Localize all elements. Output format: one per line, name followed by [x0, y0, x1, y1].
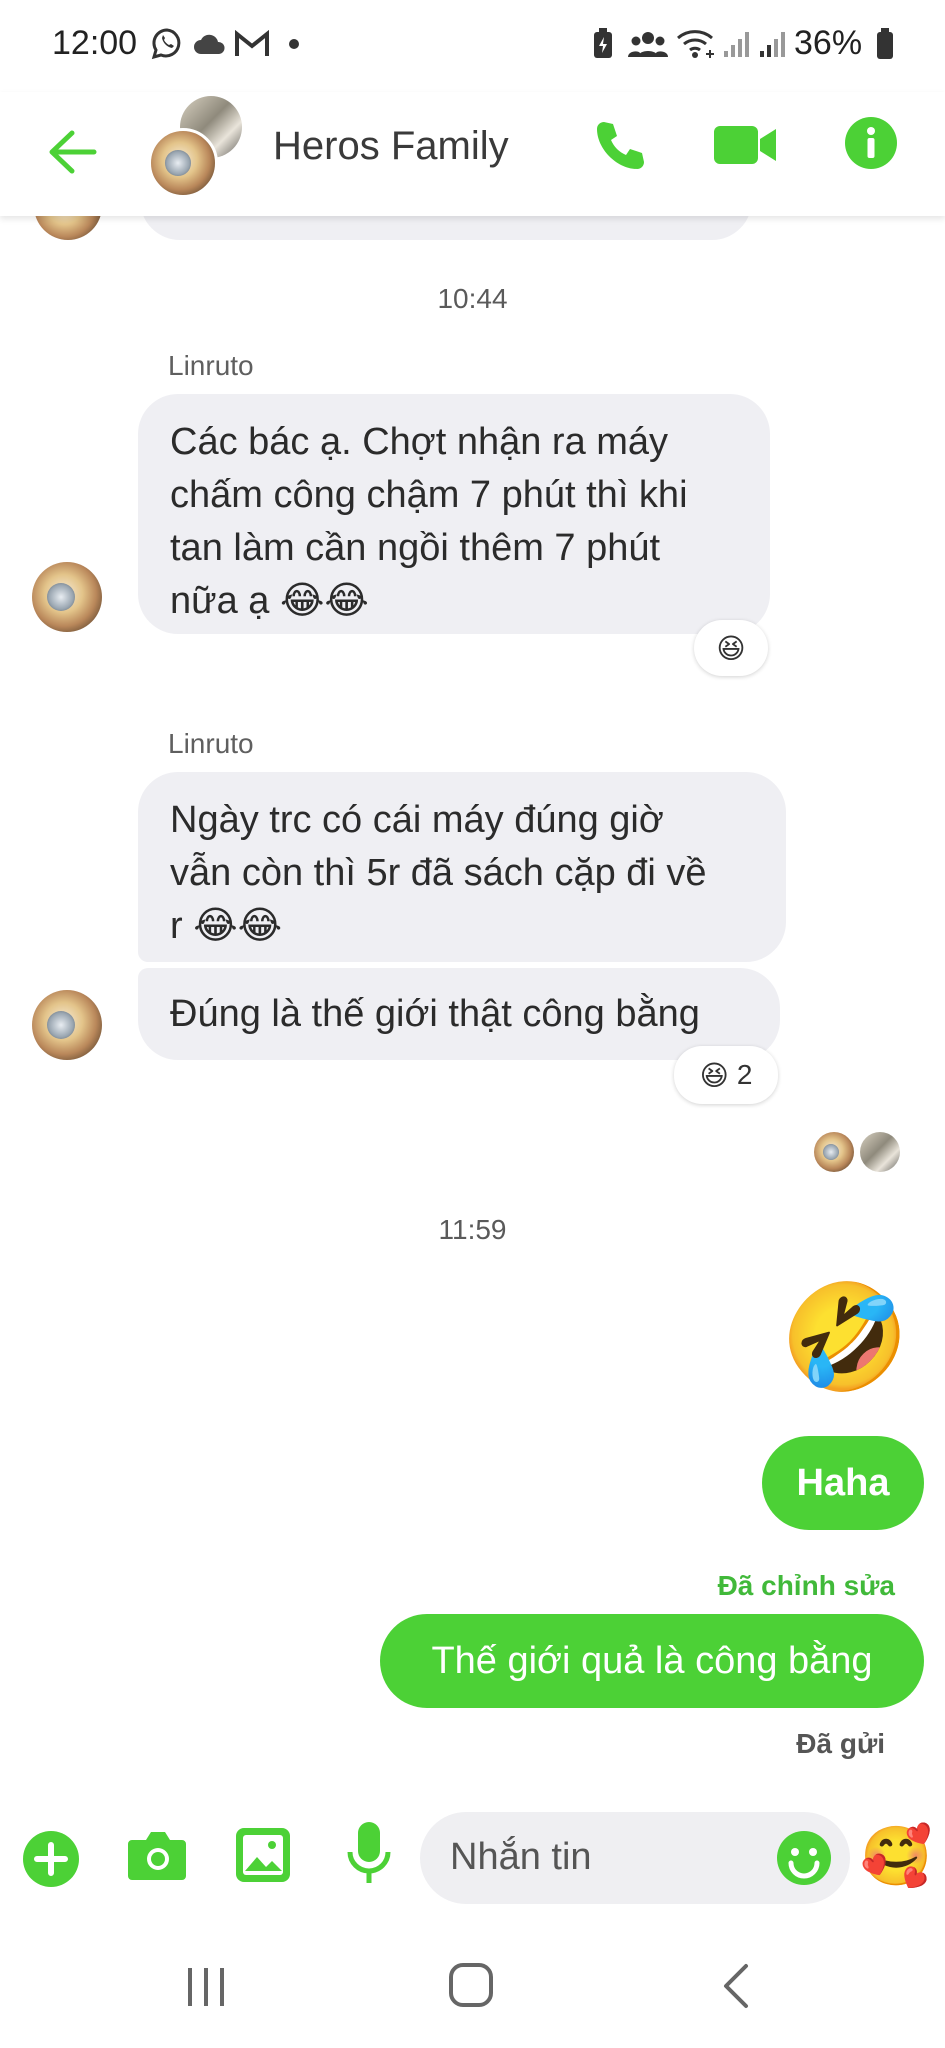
reaction-badge[interactable]: 😆: [694, 620, 768, 676]
message-text: Haha: [796, 1461, 890, 1504]
message-line: r 😂😂: [170, 905, 283, 947]
timestamp: 10:44: [437, 283, 508, 314]
status-bar: 12:00 36%: [0, 0, 945, 92]
big-emoji-message[interactable]: 🤣: [780, 1278, 910, 1398]
sender-name: Linruto: [168, 728, 254, 759]
message-line: vẫn còn thì 5r đã sách cặp đi về: [170, 852, 707, 894]
image-icon[interactable]: [234, 1826, 292, 1889]
sender-avatar[interactable]: [32, 562, 102, 632]
phone-icon[interactable]: [592, 118, 648, 179]
battery-percent: 36%: [794, 24, 863, 62]
message-line: tan làm cần ngồi thêm 7 phút: [170, 527, 661, 569]
home-icon[interactable]: [448, 1962, 494, 2013]
chat-header: Heros Family: [0, 92, 945, 216]
message-line: Ngày trc có cái máy đúng giờ: [170, 799, 664, 841]
back-icon[interactable]: [718, 1962, 754, 2015]
signal-icon: [722, 26, 752, 62]
message-line: nữa ạ 😂😂: [170, 580, 369, 622]
sender-avatar[interactable]: [32, 990, 102, 1060]
signal-icon: [758, 26, 788, 62]
message-text: Thế giới quả là công bằng: [431, 1639, 873, 1682]
chat-title[interactable]: Heros Family: [273, 124, 509, 169]
message-text: Đúng là thế giới thật công bằng: [170, 992, 700, 1035]
sender-name: Linruto: [168, 350, 254, 381]
edited-label: Đã chỉnh sửa: [717, 1570, 895, 1601]
message-bubble[interactable]: Các bác ạ. Chợt nhận ra máy chấm công ch…: [138, 394, 770, 634]
message-input[interactable]: Nhắn tin: [420, 1812, 850, 1904]
plus-icon[interactable]: [22, 1830, 80, 1893]
reaction-emoji: 😆: [716, 632, 746, 664]
message-line: Các bác ạ. Chợt nhận ra máy: [170, 421, 669, 463]
battery-saver-icon: [592, 26, 614, 62]
reaction-count: 2: [736, 1059, 753, 1090]
video-icon[interactable]: [712, 122, 778, 173]
sent-status: Đã gửi: [796, 1728, 885, 1759]
seen-avatar: [814, 1132, 854, 1172]
system-nav-bar: [0, 1930, 945, 2048]
wifi-icon: [676, 26, 718, 62]
status-time: 12:00: [52, 24, 138, 62]
message-input-placeholder: Nhắn tin: [450, 1836, 592, 1878]
smiley-icon[interactable]: [776, 1830, 832, 1891]
people-icon: [628, 26, 668, 62]
reaction-badge[interactable]: 😆 2: [674, 1046, 778, 1104]
viber-icon: [150, 26, 184, 62]
gmail-icon: [234, 26, 270, 62]
member-avatar: [148, 128, 218, 198]
group-avatar[interactable]: [144, 96, 252, 198]
timestamp: 11:59: [438, 1214, 507, 1245]
recent-apps-icon[interactable]: [184, 1964, 228, 2013]
message-bubble[interactable]: Đúng là thế giới thật công bằng: [138, 968, 780, 1060]
back-arrow-icon[interactable]: [46, 128, 98, 181]
seen-avatar: [860, 1132, 900, 1172]
camera-icon[interactable]: [126, 1828, 188, 1889]
sticker-button[interactable]: 🥰: [860, 1822, 932, 1892]
mic-icon[interactable]: [346, 1820, 392, 1893]
reaction-emoji: 😆: [699, 1059, 729, 1091]
message-bubble[interactable]: Ngày trc có cái máy đúng giờ vẫn còn thì…: [138, 772, 786, 962]
outgoing-bubble[interactable]: Haha: [762, 1436, 924, 1530]
info-icon[interactable]: [844, 116, 898, 175]
outgoing-bubble[interactable]: Thế giới quả là công bằng: [380, 1614, 924, 1708]
message-line: chấm công chậm 7 phút thì khi: [170, 474, 688, 516]
cloud-icon: [192, 26, 228, 62]
battery-icon: [876, 26, 894, 62]
dot-icon: [288, 26, 300, 62]
